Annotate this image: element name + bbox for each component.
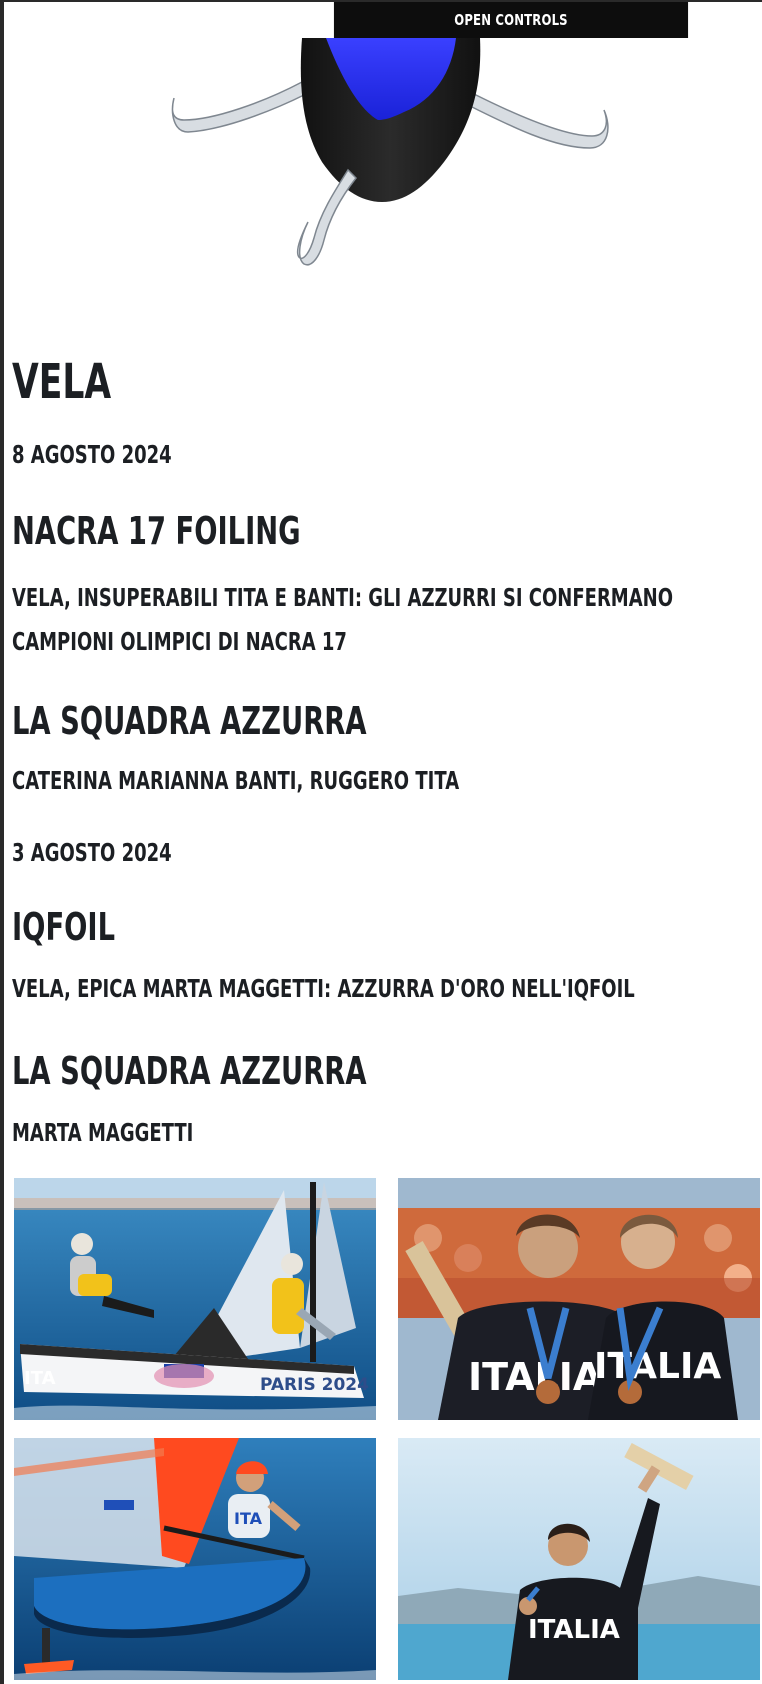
hull-games-label: PARIS 2024	[260, 1375, 369, 1395]
nacra-17-race-photo[interactable]: ITA PARIS 2024	[14, 1178, 376, 1420]
sport-title: VELA	[12, 354, 112, 410]
sail-label: ITA	[234, 1509, 263, 1528]
hull-label: ITA	[24, 1368, 56, 1389]
maggetti-celebration-photo[interactable]: ITALIA	[398, 1438, 760, 1680]
iqfoil-race-photo[interactable]: ITA	[14, 1438, 376, 1680]
tita-banti-medal-photo[interactable]: ITALIA ITALIA	[398, 1178, 760, 1420]
sailing-pictogram	[4, 2, 762, 322]
team-heading: LA SQUADRA AZZURRA	[12, 699, 367, 743]
team-athletes: MARTA MAGGETTI	[12, 1118, 194, 1147]
entry-date: 8 AGOSTO 2024	[12, 440, 172, 469]
page: OPEN CONTROLS VELA 8 AGOSTO 2024 NACRA 1…	[0, 0, 762, 1684]
sailing-pictogram-icon	[171, 38, 609, 266]
team-athletes: CATERINA MARIANNA BANTI, RUGGERO TITA	[12, 766, 460, 795]
jersey-label: ITALIA	[528, 1615, 620, 1645]
entry-date: 3 AGOSTO 2024	[12, 838, 172, 867]
open-controls-button[interactable]: OPEN CONTROLS	[333, 2, 689, 38]
jersey-label: ITALIA	[594, 1346, 721, 1387]
entry-discipline: IQFOIL	[12, 905, 116, 949]
entry-headline[interactable]: VELA, EPICA MARTA MAGGETTI: AZZURRA D'OR…	[12, 974, 635, 1004]
jersey-label: ITALIA	[468, 1355, 603, 1399]
entry-headline[interactable]: VELA, INSUPERABILI TITA E BANTI: GLI AZZ…	[12, 576, 732, 664]
entry-discipline: NACRA 17 FOILING	[12, 509, 301, 553]
team-heading: LA SQUADRA AZZURRA	[12, 1049, 367, 1093]
